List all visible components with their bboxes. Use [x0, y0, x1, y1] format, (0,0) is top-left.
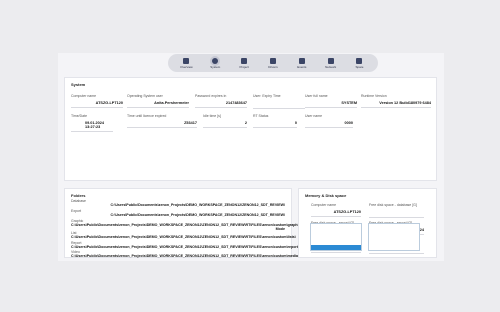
panel-title: Memory & Disk space: [305, 193, 347, 198]
nav-label: Overview: [180, 64, 193, 69]
project-icon: [241, 57, 248, 64]
field-value: [253, 101, 305, 106]
nav-drivers[interactable]: Drivers: [263, 57, 283, 69]
field-value: 09.01.2024 13:27:23: [85, 121, 105, 129]
folder-row-list: List C:\Users\Public\Documents\zenon_Proj…: [71, 231, 296, 239]
field-label: Time/Date: [71, 114, 88, 118]
field-value: SYSTEM: [341, 101, 357, 105]
folder-row-export: Export C:\Users\Public\Documents\zenon_Pr…: [71, 209, 285, 217]
field-label: Idle time [s]: [203, 114, 221, 118]
field-value: Z53417: [184, 121, 197, 125]
field-value: Anita.Pershermeier: [154, 101, 189, 105]
nav-network[interactable]: Network: [321, 57, 341, 69]
folder-row-graphic: Graphic C:\Users\Public\Documents\zenon_P…: [71, 219, 312, 232]
field-licence-expired: Time until licence expired Z53417: [127, 114, 197, 128]
field-value: C:\Users\Public\Documents\zenon_Projects…: [110, 213, 285, 217]
field-value: 2147483647: [225, 101, 247, 105]
folder-row-report: Report C:\Users\Public\Documents\zenon_Pr…: [71, 241, 300, 249]
field-user-name: User name 0000: [305, 114, 353, 128]
memory-bar-right: [368, 223, 420, 251]
field-value: 0: [294, 121, 297, 125]
field-value: C:\Users\Public\Documents\zenon_Projects…: [110, 203, 285, 207]
field-label: User: Expiry Time: [253, 94, 281, 98]
nav-label: Drivers: [268, 64, 278, 69]
field-label: Computer name: [311, 203, 337, 207]
nav-events[interactable]: Events: [292, 57, 312, 69]
field-value: C:\Users\Public\Documents\zenon_Projects…: [71, 245, 300, 249]
spare-icon: [356, 57, 363, 64]
field-disk-database: Free disk space - database [G]: [369, 203, 424, 218]
panel-title: System: [71, 82, 86, 87]
field-label: Runtime Version: [361, 94, 387, 98]
field-label: RT Status: [253, 114, 269, 118]
field-value: [369, 210, 424, 215]
field-value: ATSZG-LPT120: [333, 210, 361, 214]
overview-icon: [183, 57, 190, 64]
field-label: User name: [305, 114, 323, 118]
field-value: 2: [244, 121, 247, 125]
field-value: 0000: [344, 121, 353, 125]
top-nav: Overview System Project Drivers Events N…: [168, 54, 378, 72]
field-label: Password expires in: [195, 94, 227, 98]
field-label: Free disk space - database [G]: [369, 203, 417, 207]
field-mem-computer-name: Computer name ATSZG-LPT120: [311, 203, 361, 217]
field-value: C:\Users\Public\Documents\zenon_Projects…: [71, 235, 296, 239]
nav-label: System: [210, 64, 221, 69]
field-runtime-version: Runtime Version Version 12 Build180979 64…: [361, 94, 431, 108]
field-idle-time: Idle time [s] 2: [203, 114, 247, 128]
field-rt-status: RT Status 0: [253, 114, 297, 128]
system-icon: [212, 57, 219, 64]
nav-overview[interactable]: Overview: [176, 57, 196, 69]
field-computer-name: Computer name ATSZG-LPT120: [71, 94, 123, 108]
nav-label: Events: [297, 64, 307, 69]
field-label: Operating System user: [127, 94, 163, 98]
network-icon: [327, 57, 334, 64]
nav-label: Spare: [355, 64, 364, 69]
folder-row-video: Video C:\Users\Public\Documents\zenon_Pro…: [71, 250, 298, 258]
app-window: Overview System Project Drivers Events N…: [58, 53, 444, 261]
field-value: ATSZG-LPT120: [95, 101, 123, 105]
field-password-expires: Password expires in 2147483647: [195, 94, 247, 108]
folders-panel: Folders Database C:\Users\Public\Document…: [64, 188, 312, 258]
memory-bar-left: [310, 223, 362, 251]
events-icon: [298, 57, 305, 64]
field-expiry-time: User: Expiry Time: [253, 94, 305, 109]
field-label: Time until licence expired: [127, 114, 167, 118]
field-os-user: Operating System user Anita.Pershermeier: [127, 94, 189, 108]
memory-bar-left-fill: [311, 244, 361, 250]
nav-label: Project: [239, 64, 249, 69]
nav-spare[interactable]: Spare: [349, 57, 369, 69]
nav-system[interactable]: System: [205, 57, 225, 69]
field-label: User full name: [305, 94, 328, 98]
nav-project[interactable]: Project: [234, 57, 254, 69]
field-value: Version 12 Build180979 6484: [379, 101, 431, 105]
folder-row-database: Database C:\Users\Public\Documents\zenon_…: [71, 199, 285, 207]
field-user-full-name: User full name SYSTEM: [305, 94, 357, 108]
field-value: C:\Users\Public\Documents\zenon_Projects…: [71, 254, 298, 258]
drivers-icon: [269, 57, 276, 64]
panel-title: Folders: [71, 193, 86, 198]
field-time-date: Time/Date 09.01.2024 13:27:23: [71, 114, 113, 132]
system-panel: System Computer name ATSZG-LPT120 Operati…: [64, 77, 437, 181]
field-label: Computer name: [71, 94, 97, 98]
nav-label: Network: [325, 64, 337, 69]
